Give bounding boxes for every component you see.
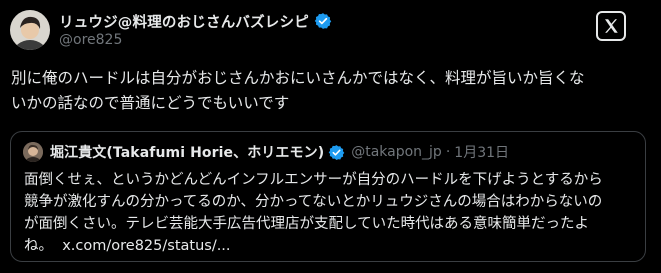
tweet-text: 別に俺のハードルは自分がおじさんかおにいさんかではなく、料理が旨いか旨くな いか… [11, 66, 651, 116]
tweet-card: リュウジ@料理のおじさんバズレシピ @ore825 別に俺のハードルは自分がおじ… [0, 0, 661, 273]
quoted-tweet[interactable]: 堀江貴文(Takafumi Horie、ホリエモン) @takapon_jp ·… [10, 131, 646, 262]
quoted-text-line-last: ね。 x.com/ore825/status/... [24, 235, 636, 257]
tweet-text-line: いかの話なので普通にどうでもいいです [11, 94, 290, 112]
quoted-text-line: 競争が激化すんの分かってるのか、分かってないとかリュウジさんの場合はわからないの [24, 194, 603, 210]
author-avatar[interactable] [10, 10, 50, 50]
quoted-display-name[interactable]: 堀江貴文(Takafumi Horie、ホリエモン) [50, 142, 324, 162]
quoted-text-prefix: ね。 [24, 238, 53, 254]
quoted-text-line: が面倒くさい。テレビ芸能大手広告代理店が支配していた時代はある意味簡単だったよ [24, 216, 590, 232]
author-display-name[interactable]: リュウジ@料理のおじさんバズレシピ [59, 11, 309, 32]
quoted-text: 面倒くせぇ、というかどんどんインフルエンサーが自分のハードルを下げようとするから… [24, 169, 636, 257]
quoted-header: 堀江貴文(Takafumi Horie、ホリエモン) @takapon_jp ·… [50, 142, 509, 162]
quoted-status-link[interactable]: x.com/ore825/status/... [62, 238, 230, 254]
tweet-text-line: 別に俺のハードルは自分がおじさんかおにいさんかではなく、料理が旨いか旨くな [11, 69, 585, 87]
quoted-handle[interactable]: @takapon_jp [351, 144, 442, 160]
quoted-author-avatar[interactable] [23, 142, 43, 162]
separator-dot: · [445, 144, 451, 160]
verified-badge-icon [328, 144, 345, 161]
verified-badge-icon [314, 12, 332, 30]
quoted-text-line: 面倒くせぇ、というかどんどんインフルエンサーが自分のハードルを下げようとするから [24, 172, 603, 188]
author-name-row: リュウジ@料理のおじさんバズレシピ [59, 11, 332, 31]
x-logo-icon[interactable] [596, 11, 626, 41]
quoted-date[interactable]: 1月31日 [454, 142, 509, 162]
author-handle[interactable]: @ore825 [59, 32, 122, 48]
